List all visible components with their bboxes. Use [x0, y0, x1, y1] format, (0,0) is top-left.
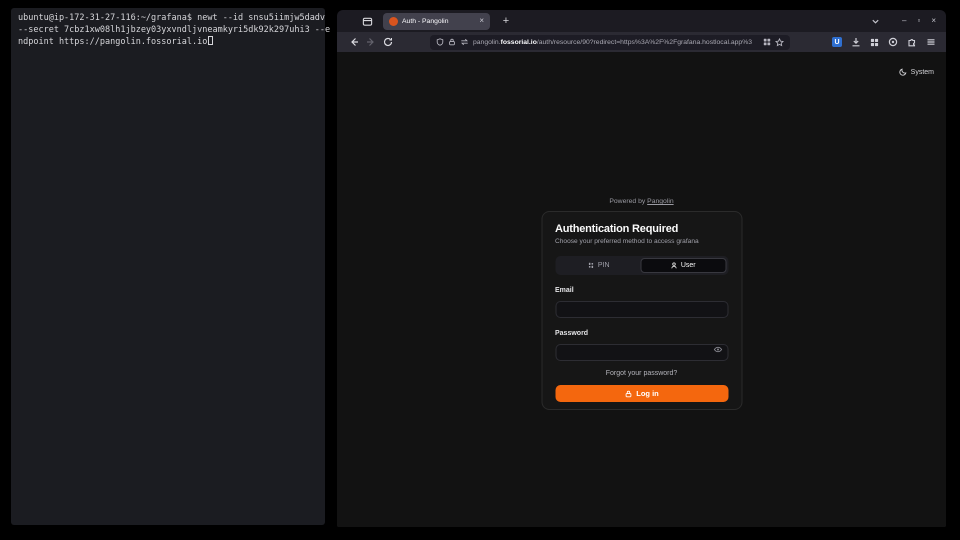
show-password-button[interactable]	[713, 345, 722, 354]
browser-window: Auth - Pangolin × + – ▫ ×	[337, 10, 946, 527]
email-label: Email	[555, 287, 728, 294]
firefox-view-icon	[362, 16, 373, 27]
login-button[interactable]: Log in	[555, 385, 728, 402]
theme-toggle-label: System	[911, 69, 934, 76]
maximize-button[interactable]: ▫	[917, 17, 920, 25]
login-lock-icon	[624, 390, 632, 398]
terminal-line: ubuntu@ip-172-31-27-116:~/grafana$ newt …	[18, 13, 318, 25]
list-all-tabs-button[interactable]	[871, 17, 880, 26]
email-field[interactable]	[555, 301, 728, 318]
terminal-line: ndpoint https://pangolin.fossorial.io	[18, 36, 318, 49]
url-bar[interactable]: pangolin.fossorial.io/auth/resource/90?r…	[430, 35, 790, 50]
bookmark-star-icon[interactable]	[775, 38, 784, 47]
browser-tab-bar: Auth - Pangolin × + – ▫ ×	[337, 10, 946, 32]
extensions-icon[interactable]	[870, 38, 879, 47]
tab-user-label: User	[681, 262, 696, 269]
tracking-shield-icon[interactable]	[436, 38, 444, 46]
card-title: Authentication Required	[555, 223, 728, 235]
login-button-label: Log in	[636, 389, 659, 398]
back-arrow-icon	[349, 37, 359, 47]
theme-toggle[interactable]: System	[899, 68, 934, 76]
auth-method-tabs: PIN User	[555, 256, 728, 275]
page-content: System Powered by Pangolin Authenticatio…	[337, 52, 946, 527]
browser-toolbar: pangolin.fossorial.io/auth/resource/90?r…	[337, 32, 946, 52]
window-controls: – ▫ ×	[902, 17, 936, 25]
user-icon	[671, 262, 678, 269]
tab-pin[interactable]: PIN	[557, 258, 641, 273]
forward-arrow-icon	[366, 37, 376, 47]
privacy-extension-icon[interactable]	[888, 37, 898, 47]
reload-button[interactable]	[379, 34, 396, 50]
terminal-window[interactable]: ubuntu@ip-172-31-27-116:~/grafana$ newt …	[11, 8, 325, 525]
lock-icon[interactable]	[448, 38, 456, 46]
minimize-button[interactable]: –	[902, 17, 906, 25]
moon-icon	[899, 68, 907, 76]
browser-tab-auth-pangolin[interactable]: Auth - Pangolin ×	[383, 13, 490, 30]
tab-title: Auth - Pangolin	[402, 18, 475, 25]
downloads-icon[interactable]	[851, 37, 861, 47]
back-button[interactable]	[345, 34, 362, 50]
password-field[interactable]	[555, 344, 728, 361]
toolbar-extension-area: U	[790, 37, 936, 47]
pangolin-brand-link[interactable]: Pangolin	[647, 198, 673, 205]
ublock-extension-icon[interactable]: U	[832, 37, 842, 47]
pangolin-favicon-icon	[389, 17, 398, 26]
terminal-line: --secret 7cbz1xw08lh1jbzey03yxvndljvneam…	[18, 25, 318, 37]
powered-by: Powered by Pangolin	[541, 198, 742, 205]
eye-icon	[713, 345, 722, 354]
auth-card: Authentication Required Choose your pref…	[541, 211, 742, 410]
forward-button[interactable]	[362, 34, 379, 50]
permissions-arrows-icon[interactable]	[460, 38, 469, 46]
forgot-password-link[interactable]: Forgot your password?	[555, 370, 728, 377]
firefox-view-button[interactable]	[359, 13, 375, 29]
chevron-down-icon	[871, 17, 880, 26]
card-subtitle: Choose your preferred method to access g…	[555, 238, 728, 245]
menu-hamburger-icon[interactable]	[926, 37, 936, 47]
tab-pin-label: PIN	[598, 262, 610, 269]
page-actions-grid-icon[interactable]	[763, 38, 771, 46]
password-label: Password	[555, 330, 728, 337]
auth-column: Powered by Pangolin Authentication Requi…	[541, 198, 742, 410]
reload-icon	[383, 37, 393, 47]
close-button[interactable]: ×	[931, 17, 936, 25]
tab-close-icon[interactable]: ×	[479, 17, 484, 25]
tab-user[interactable]: User	[641, 258, 727, 273]
terminal-cursor	[208, 36, 213, 45]
pin-keypad-icon	[588, 262, 595, 269]
new-tab-button[interactable]: +	[498, 15, 514, 27]
url-text: pangolin.fossorial.io/auth/resource/90?r…	[473, 39, 759, 46]
puzzle-extension-icon[interactable]	[907, 37, 917, 47]
